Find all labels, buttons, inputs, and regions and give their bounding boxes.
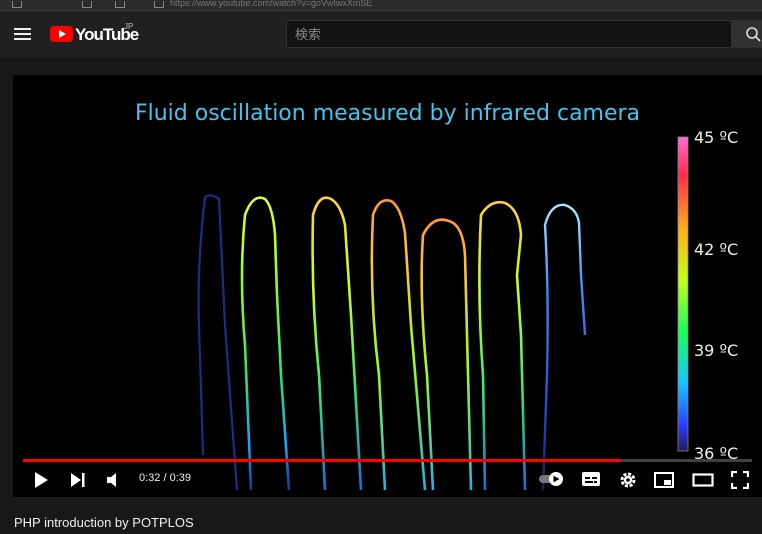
search-button[interactable] <box>732 20 762 48</box>
theater-icon[interactable] <box>692 473 714 487</box>
masthead: YouTube JP <box>0 11 762 57</box>
temperature-scale-bar <box>678 137 688 451</box>
search-box <box>286 20 732 48</box>
video-player[interactable]: Fluid oscillation measured by infrared c… <box>13 75 762 497</box>
play-icon[interactable] <box>33 471 49 489</box>
browser-back-icon[interactable] <box>12 1 22 8</box>
tube-trace <box>478 200 527 491</box>
tube-trace <box>420 218 473 491</box>
caption-text: PHP introduction by POTPLOS <box>14 515 194 530</box>
time-display: 0:32 / 0:39 <box>139 472 191 484</box>
autoplay-toggle[interactable] <box>538 471 568 487</box>
volume-icon[interactable] <box>106 472 126 488</box>
scale-label-45: 45 ºC <box>694 128 739 147</box>
search-input[interactable] <box>287 21 731 47</box>
logo-region: JP <box>124 22 134 31</box>
tube-trace <box>370 199 427 491</box>
settings-icon[interactable] <box>619 471 637 489</box>
video-overlay-title: Fluid oscillation measured by infrared c… <box>134 101 641 126</box>
subtitles-icon[interactable] <box>581 471 601 487</box>
browser-url[interactable]: https://www.youtube.com/watch?v=goVwIwxX… <box>170 0 590 9</box>
video-frame <box>197 136 689 491</box>
browser-home-icon[interactable] <box>115 1 125 8</box>
scale-label-39: 39 ºC <box>694 341 739 360</box>
fullscreen-icon[interactable] <box>731 471 749 489</box>
tube-trace <box>240 196 291 491</box>
miniplayer-icon[interactable] <box>654 472 674 488</box>
progress-bar[interactable] <box>23 459 752 462</box>
browser-toolbar: https://www.youtube.com/watch?v=goVwIwxX… <box>0 0 762 11</box>
next-icon[interactable] <box>70 472 87 488</box>
browser-lock-icon <box>154 1 164 8</box>
youtube-play-logo-icon <box>50 26 73 42</box>
progress-played <box>23 459 622 462</box>
tube-trace <box>541 203 587 491</box>
tube-trace <box>197 194 239 491</box>
browser-reload-icon[interactable] <box>82 1 92 8</box>
tube-trace <box>311 196 363 491</box>
menu-icon[interactable] <box>14 27 32 41</box>
search-icon <box>746 27 761 42</box>
scale-label-42: 42 ºC <box>694 240 739 259</box>
